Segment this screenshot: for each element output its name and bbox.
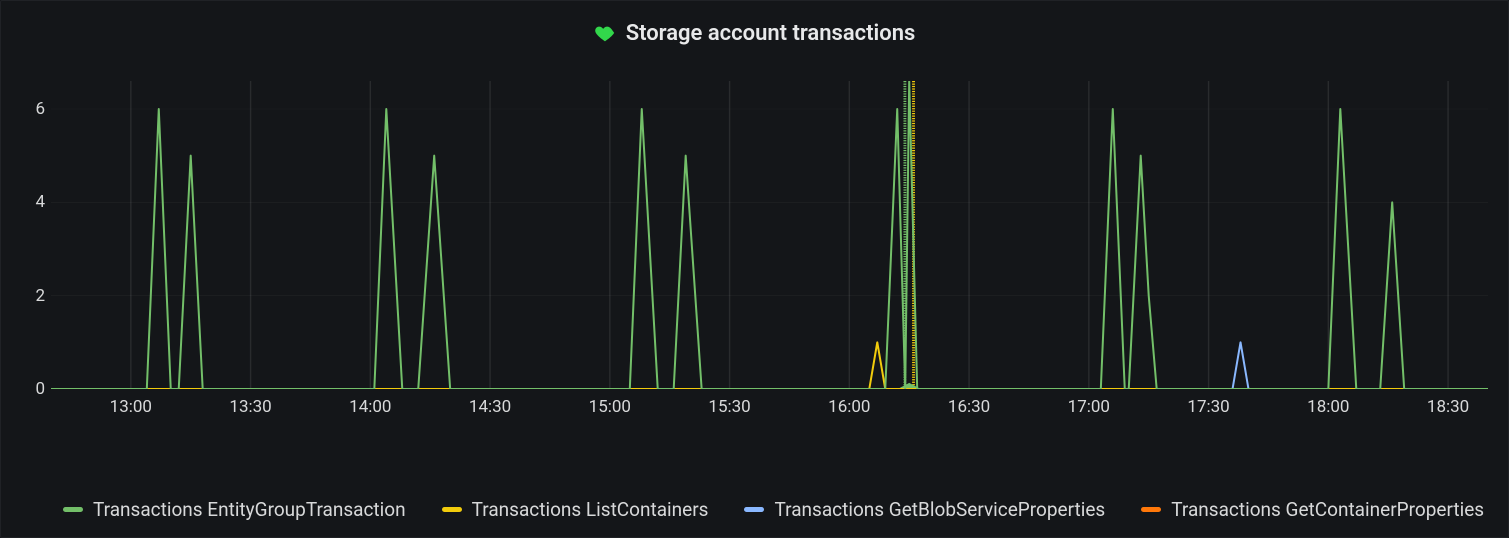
legend-swatch <box>744 507 764 512</box>
y-tick-label: 0 <box>17 379 45 399</box>
chart-panel: Storage account transactions 0246 13:001… <box>0 0 1509 538</box>
plot-svg <box>51 81 1488 389</box>
legend-label: Transactions GetContainerProperties <box>1171 498 1484 521</box>
chart-area[interactable]: 0246 13:0013:3014:0014:3015:0015:3016:00… <box>51 81 1488 429</box>
legend-swatch <box>1141 507 1161 512</box>
x-tick-label: 15:30 <box>708 397 750 417</box>
y-tick-label: 4 <box>17 192 45 212</box>
x-tick-label: 14:30 <box>469 397 511 417</box>
x-tick-label: 13:30 <box>229 397 271 417</box>
heart-icon <box>594 22 616 44</box>
x-tick-label: 16:00 <box>828 397 870 417</box>
legend-item[interactable]: Transactions GetBlobServiceProperties <box>744 498 1105 521</box>
legend-label: Transactions ListContainers <box>472 498 709 521</box>
legend-item[interactable]: Transactions EntityGroupTransaction <box>63 498 406 521</box>
legend-item[interactable]: Transactions ListContainers <box>442 498 709 521</box>
legend: Transactions EntityGroupTransaction Trans… <box>63 498 1488 521</box>
x-tick-label: 18:00 <box>1307 397 1349 417</box>
legend-label: Transactions EntityGroupTransaction <box>93 498 406 521</box>
legend-swatch <box>63 507 83 512</box>
legend-label: Transactions GetBlobServiceProperties <box>774 498 1105 521</box>
x-tick-label: 16:30 <box>948 397 990 417</box>
x-axis-ticks: 13:00 13:30 14:00 14:30 15:00 15:30 16:00 16:30… <box>51 397 1488 429</box>
x-tick-label: 17:00 <box>1068 397 1110 417</box>
y-axis-ticks: 0246 <box>17 81 45 389</box>
panel-header[interactable]: Storage account transactions <box>1 1 1508 65</box>
x-tick-label: 13:00 <box>110 397 152 417</box>
plot-surface[interactable] <box>51 81 1488 389</box>
x-tick-label: 15:00 <box>589 397 631 417</box>
legend-swatch <box>442 507 462 512</box>
x-tick-label: 18:30 <box>1427 397 1469 417</box>
y-tick-label: 2 <box>17 286 45 306</box>
panel-title: Storage account transactions <box>626 21 916 46</box>
x-tick-label: 14:00 <box>349 397 391 417</box>
x-tick-label: 17:30 <box>1187 397 1229 417</box>
y-tick-label: 6 <box>17 99 45 119</box>
legend-item[interactable]: Transactions GetContainerProperties <box>1141 498 1484 521</box>
